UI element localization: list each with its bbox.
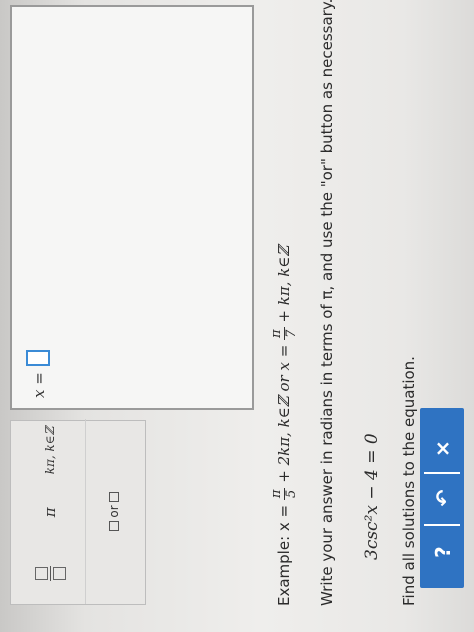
fraction-bar-icon	[49, 565, 51, 581]
action-keys: × ↶ ?	[420, 408, 464, 588]
palette-row-symbols: π kπ, k∈ℤ	[17, 419, 83, 604]
directions-text: Write your answer in radians in terms of…	[318, 0, 336, 606]
example-middle: + 2kπ, k∈ℤ or x =	[275, 344, 293, 483]
pi-button[interactable]: π	[30, 489, 70, 535]
rotated-page: Find all solutions to the equation. 3csc…	[0, 0, 474, 632]
example-prefix: Example: x =	[275, 504, 293, 606]
example-line: Example: x = π 5 + 2kπ, k∈ℤ or x = π 7 +…	[269, 245, 299, 606]
equation: 3csc²x − 4 = 0	[362, 433, 382, 560]
answer-area[interactable]: x =	[10, 5, 254, 410]
example-end: + kπ, k∈ℤ	[275, 245, 293, 323]
fraction-numerator-icon	[34, 566, 48, 580]
palette-row-actions: or	[89, 419, 139, 604]
example-numerator-1: π	[269, 487, 285, 501]
or-right-box-icon	[109, 492, 119, 503]
example-numerator-2: π	[269, 327, 285, 340]
or-button[interactable]: or	[94, 489, 134, 535]
example-denominator-1: 5	[284, 489, 299, 498]
fraction-button[interactable]	[30, 550, 70, 596]
undo-key[interactable]: ↶	[423, 475, 463, 521]
fraction-denominator-icon	[52, 566, 66, 580]
example-denominator-2: 7	[284, 329, 299, 338]
or-label: or	[107, 505, 121, 518]
palette-divider	[85, 419, 86, 604]
or-left-box-icon	[109, 520, 119, 531]
help-key[interactable]: ?	[423, 529, 463, 575]
k-pi-button[interactable]: kπ, k∈ℤ	[30, 427, 70, 475]
example-fraction-1: π 5	[269, 487, 299, 501]
answer-label: x =	[30, 372, 48, 398]
instruction-text: Find all solutions to the equation.	[400, 356, 418, 606]
example-fraction-2: π 7	[269, 327, 299, 340]
math-palette: π kπ, k∈ℤ or	[10, 419, 146, 605]
answer-input[interactable]	[26, 350, 50, 366]
action-divider-2	[424, 524, 460, 526]
action-divider-1	[424, 472, 460, 474]
clear-key[interactable]: ×	[420, 430, 466, 466]
